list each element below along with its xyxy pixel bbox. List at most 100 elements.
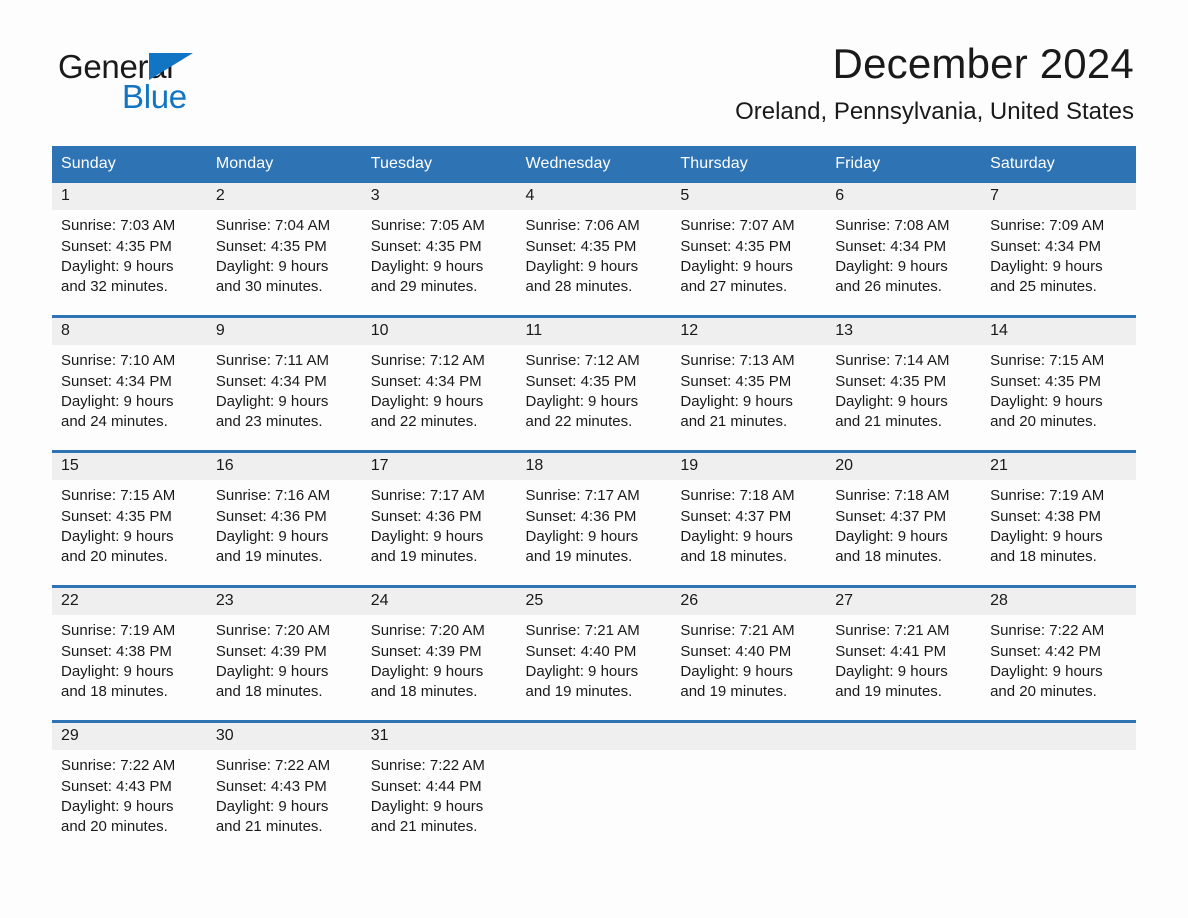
daylight-text-line1: Daylight: 9 hours	[215, 797, 329, 815]
calendar-day-cell[interactable]: 23 Sunrise: 7:20 AM Sunset: 4:39 PM Dayligh…	[206, 584, 362, 722]
day-number	[516, 722, 672, 751]
title-block: December 2024 Oreland, Pennsylvania, Uni…	[252, 41, 1136, 127]
daylight-text-line2: and 19 minutes.	[525, 682, 633, 700]
day-number	[826, 722, 982, 751]
sunset-text: Sunset: 4:40 PM	[680, 642, 792, 660]
sunset-text: Sunset: 4:40 PM	[525, 642, 637, 660]
sunset-text: Sunset: 4:35 PM	[61, 507, 172, 525]
sunset-text: Sunset: 4:42 PM	[990, 642, 1101, 660]
day-details: Sunrise: 7:17 AM Sunset: 4:36 PM Daylight:…	[517, 480, 672, 567]
day-number: 18	[516, 452, 672, 481]
daylight-text-line1: Daylight: 9 hours	[525, 662, 639, 680]
calendar-day-cell[interactable]: 7 Sunrise: 7:09 AM Sunset: 4:34 PM Daylight…	[981, 182, 1136, 317]
calendar-day-cell[interactable]: 11 Sunrise: 7:12 AM Sunset: 4:35 PM Dayligh…	[516, 314, 672, 452]
day-number: 23	[206, 587, 362, 616]
day-details: Sunrise: 7:08 AM Sunset: 4:34 PM Daylight:…	[826, 210, 981, 297]
calendar-day-cell[interactable]: 1 Sunrise: 7:03 AM Sunset: 4:35 PM Daylight…	[52, 182, 207, 317]
calendar-day-cell[interactable]: 22 Sunrise: 7:19 AM Sunset: 4:38 PM Dayligh…	[52, 584, 207, 722]
daylight-text-line1: Daylight: 9 hours	[215, 257, 329, 275]
sunset-text: Sunset: 4:35 PM	[680, 237, 792, 255]
daylight-text-line2: and 26 minutes.	[835, 277, 942, 295]
calendar-day-cell[interactable]: 25 Sunrise: 7:21 AM Sunset: 4:40 PM Dayligh…	[516, 584, 672, 722]
general-blue-logo[interactable]: General Blue	[52, 42, 252, 120]
calendar-day-cell[interactable]: 3 Sunrise: 7:05 AM Sunset: 4:35 PM Daylight…	[361, 182, 517, 317]
calendar-day-cell[interactable]: 18 Sunrise: 7:17 AM Sunset: 4:36 PM Dayligh…	[516, 449, 672, 587]
sunset-text: Sunset: 4:34 PM	[835, 237, 947, 255]
calendar-day-cell[interactable]: 5 Sunrise: 7:07 AM Sunset: 4:35 PM Daylight…	[671, 182, 827, 317]
daylight-text-line2: and 18 minutes.	[680, 547, 788, 565]
calendar-day-cell[interactable]: 12 Sunrise: 7:13 AM Sunset: 4:35 PM Dayligh…	[671, 314, 827, 452]
calendar-day-cell[interactable]: 4 Sunrise: 7:06 AM Sunset: 4:35 PM Daylight…	[516, 182, 672, 317]
sunrise-text: Sunrise: 7:22 AM	[61, 757, 176, 775]
day-number: 7	[981, 182, 1136, 211]
calendar-day-cell[interactable]: 9 Sunrise: 7:11 AM Sunset: 4:34 PM Daylight…	[206, 314, 362, 452]
day-number: 4	[516, 182, 672, 211]
day-number: 25	[516, 587, 672, 616]
calendar-day-cell[interactable]: 26 Sunrise: 7:21 AM Sunset: 4:40 PM Dayligh…	[671, 584, 827, 722]
sunrise-text: Sunrise: 7:03 AM	[61, 217, 176, 235]
calendar-day-cell[interactable]: 17 Sunrise: 7:17 AM Sunset: 4:36 PM Dayligh…	[361, 449, 517, 587]
sunrise-text: Sunrise: 7:22 AM	[370, 757, 485, 775]
sunset-text: Sunset: 4:35 PM	[525, 237, 637, 255]
daylight-text-line2: and 18 minutes.	[835, 547, 942, 565]
calendar-cell-empty	[981, 719, 1136, 855]
sunset-text: Sunset: 4:34 PM	[61, 372, 172, 390]
sunrise-text: Sunrise: 7:14 AM	[835, 352, 950, 370]
sunrise-text: Sunrise: 7:21 AM	[680, 622, 795, 640]
day-number: 15	[52, 452, 207, 481]
sunset-text: Sunset: 4:38 PM	[61, 642, 172, 660]
calendar-day-cell[interactable]: 19 Sunrise: 7:18 AM Sunset: 4:37 PM Dayligh…	[671, 449, 827, 587]
calendar-day-cell[interactable]: 15 Sunrise: 7:15 AM Sunset: 4:35 PM Dayligh…	[52, 449, 207, 587]
sunrise-text: Sunrise: 7:19 AM	[61, 622, 176, 640]
daylight-text-line2: and 21 minutes.	[835, 412, 942, 430]
calendar-day-cell[interactable]: 30 Sunrise: 7:22 AM Sunset: 4:43 PM Dayligh…	[206, 719, 362, 855]
daylight-text-line2: and 24 minutes.	[61, 412, 168, 430]
calendar-day-cell[interactable]: 24 Sunrise: 7:20 AM Sunset: 4:39 PM Dayligh…	[361, 584, 517, 722]
calendar-day-cell[interactable]: 10 Sunrise: 7:12 AM Sunset: 4:34 PM Dayligh…	[361, 314, 517, 452]
daylight-text-line1: Daylight: 9 hours	[835, 527, 948, 545]
calendar-day-cell[interactable]: 14 Sunrise: 7:15 AM Sunset: 4:35 PM Dayligh…	[981, 314, 1136, 452]
day-details: Sunrise: 7:12 AM Sunset: 4:35 PM Daylight:…	[517, 345, 672, 432]
calendar-day-cell[interactable]: 13 Sunrise: 7:14 AM Sunset: 4:35 PM Dayligh…	[826, 314, 982, 452]
calendar-day-cell[interactable]: 28 Sunrise: 7:22 AM Sunset: 4:42 PM Dayligh…	[981, 584, 1136, 722]
daylight-text-line2: and 30 minutes.	[215, 277, 323, 295]
sunrise-text: Sunrise: 7:05 AM	[370, 217, 485, 235]
calendar-day-cell[interactable]: 8 Sunrise: 7:10 AM Sunset: 4:34 PM Daylight…	[52, 314, 207, 452]
calendar-day-cell[interactable]: 6 Sunrise: 7:08 AM Sunset: 4:34 PM Daylight…	[826, 182, 982, 317]
calendar-day-cell[interactable]: 31 Sunrise: 7:22 AM Sunset: 4:44 PM Dayligh…	[361, 719, 517, 855]
daylight-text-line1: Daylight: 9 hours	[215, 527, 329, 545]
calendar-day-cell[interactable]: 29 Sunrise: 7:22 AM Sunset: 4:43 PM Dayligh…	[52, 719, 207, 855]
calendar-week-row: 8 Sunrise: 7:10 AM Sunset: 4:34 PM Daylight…	[52, 314, 1136, 452]
daylight-text-line1: Daylight: 9 hours	[370, 527, 484, 545]
daylight-text-line1: Daylight: 9 hours	[990, 662, 1103, 680]
calendar-week-row: 1 Sunrise: 7:03 AM Sunset: 4:35 PM Daylight…	[52, 182, 1136, 317]
day-number: 3	[361, 182, 517, 211]
sunset-text: Sunset: 4:36 PM	[370, 507, 482, 525]
sunset-text: Sunset: 4:36 PM	[215, 507, 327, 525]
weekday-header-wednesday: Wednesday	[516, 145, 672, 183]
daylight-text-line2: and 21 minutes.	[680, 412, 788, 430]
day-number: 5	[671, 182, 827, 211]
day-details: Sunrise: 7:21 AM Sunset: 4:41 PM Daylight:…	[826, 615, 981, 702]
daylight-text-line2: and 29 minutes.	[370, 277, 478, 295]
sunrise-text: Sunrise: 7:10 AM	[61, 352, 176, 370]
daylight-text-line2: and 22 minutes.	[370, 412, 478, 430]
sunset-text: Sunset: 4:38 PM	[990, 507, 1101, 525]
calendar-day-cell[interactable]: 27 Sunrise: 7:21 AM Sunset: 4:41 PM Dayligh…	[826, 584, 982, 722]
sunset-text: Sunset: 4:35 PM	[680, 372, 792, 390]
daylight-text-line1: Daylight: 9 hours	[835, 392, 948, 410]
daylight-text-line1: Daylight: 9 hours	[835, 257, 948, 275]
daylight-text-line2: and 18 minutes.	[215, 682, 323, 700]
calendar-day-cell[interactable]: 16 Sunrise: 7:16 AM Sunset: 4:36 PM Dayligh…	[206, 449, 362, 587]
day-number: 27	[826, 587, 982, 616]
calendar-day-cell[interactable]: 2 Sunrise: 7:04 AM Sunset: 4:35 PM Daylight…	[206, 182, 362, 317]
triangle-icon	[149, 53, 193, 80]
day-number	[981, 722, 1136, 751]
daylight-text-line1: Daylight: 9 hours	[525, 392, 639, 410]
day-number: 24	[361, 587, 517, 616]
calendar-day-cell[interactable]: 21 Sunrise: 7:19 AM Sunset: 4:38 PM Dayligh…	[981, 449, 1136, 587]
sunset-text: Sunset: 4:34 PM	[215, 372, 327, 390]
calendar-day-cell[interactable]: 20 Sunrise: 7:18 AM Sunset: 4:37 PM Dayligh…	[826, 449, 982, 587]
sunrise-text: Sunrise: 7:21 AM	[525, 622, 640, 640]
day-number: 31	[361, 722, 517, 751]
